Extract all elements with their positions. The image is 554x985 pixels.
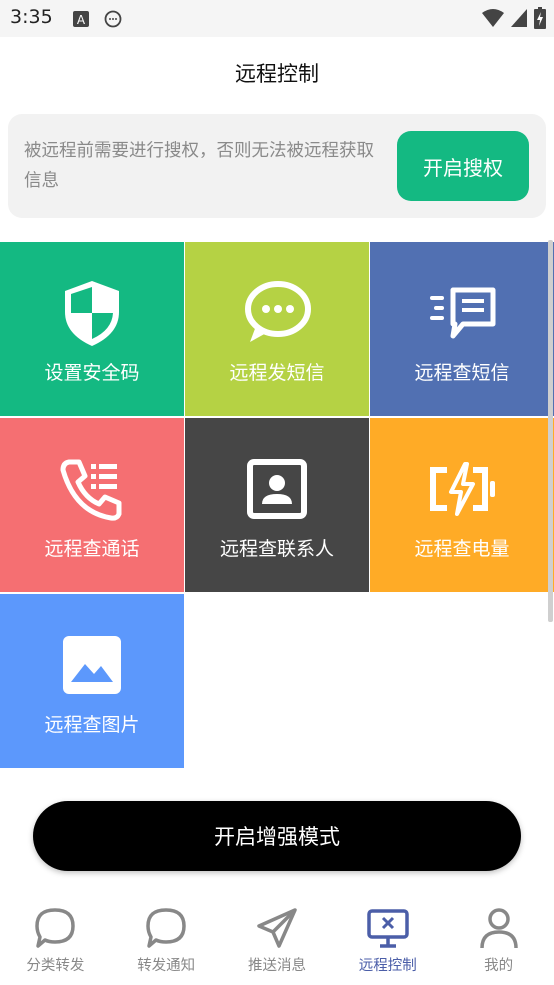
app-screen: 3:35 A 远程控制 被远程前需要进行搜权，否则无法被远程获取信息 开启搜权 … [0, 0, 554, 985]
tile-label: 远程查电量 [414, 538, 510, 560]
battery-charging-icon [534, 7, 546, 29]
nav-item-remote-control[interactable]: 远程控制 [332, 900, 443, 985]
status-bar: 3:35 A [0, 0, 554, 37]
nav-label: 分类转发 [26, 958, 85, 974]
chat-bubble-icon [104, 10, 122, 28]
tile-remote-send-sms[interactable]: 远程发短信 [185, 242, 369, 416]
tile-label: 远程查图片 [44, 714, 140, 736]
message-list-icon [430, 287, 496, 339]
chat-bubble-icon [35, 908, 76, 948]
phone-log-icon [60, 459, 122, 521]
tile-remote-view-contacts[interactable]: 远程查联系人 [185, 418, 369, 592]
tile-label: 设置安全码 [44, 362, 140, 384]
auth-message: 被远程前需要进行搜权，否则无法被远程获取信息 [24, 141, 374, 191]
nav-item-mine[interactable]: 我的 [443, 900, 554, 985]
page-title: 远程控制 [235, 62, 319, 86]
nav-item-forward-notification[interactable]: 转发通知 [111, 900, 222, 985]
auth-card: 被远程前需要进行搜权，否则无法被远程获取信息 开启搜权 [8, 114, 546, 218]
remote-desktop-icon [367, 909, 409, 948]
svg-text:A: A [77, 13, 86, 27]
enable-enhanced-mode-button[interactable]: 开启增强模式 [33, 801, 521, 871]
status-indicators [482, 7, 546, 29]
tile-set-security-code[interactable]: 设置安全码 [0, 242, 184, 416]
tile-remote-view-sms[interactable]: 远程查短信 [370, 242, 554, 416]
enable-auth-button[interactable]: 开启搜权 [397, 131, 529, 201]
battery-charge-icon [430, 462, 495, 516]
nav-item-push-message[interactable]: 推送消息 [222, 900, 333, 985]
tile-remote-view-calls[interactable]: 远程查通话 [0, 418, 184, 592]
nav-label: 我的 [484, 958, 514, 974]
message-bubble-icon [245, 281, 311, 342]
nav-label: 远程控制 [358, 958, 417, 974]
nav-item-category-forward[interactable]: 分类转发 [0, 900, 111, 985]
tile-label: 远程查联系人 [219, 538, 334, 560]
scrollbar[interactable] [548, 240, 553, 622]
a-box-icon: A [73, 11, 89, 27]
tile-remote-view-battery[interactable]: 远程查电量 [370, 418, 554, 592]
tile-label: 远程查短信 [414, 362, 510, 384]
nav-label: 推送消息 [247, 958, 306, 974]
shield-icon [65, 281, 119, 346]
chat-bubble-icon [146, 908, 186, 948]
wifi-icon [482, 9, 504, 27]
bottom-nav: 分类转发 转发通知 推送消息 远程控制 我的 [0, 900, 554, 985]
tile-remote-view-images[interactable]: 远程查图片 [0, 594, 184, 768]
tile-label: 远程查通话 [44, 538, 140, 560]
status-time: 3:35 [10, 6, 53, 28]
tile-label: 远程发短信 [229, 362, 325, 384]
nav-label: 转发通知 [137, 958, 196, 974]
signal-icon [511, 9, 527, 27]
person-icon [479, 908, 518, 949]
contact-card-icon [247, 459, 307, 519]
send-icon [257, 908, 297, 948]
image-icon [63, 636, 121, 694]
